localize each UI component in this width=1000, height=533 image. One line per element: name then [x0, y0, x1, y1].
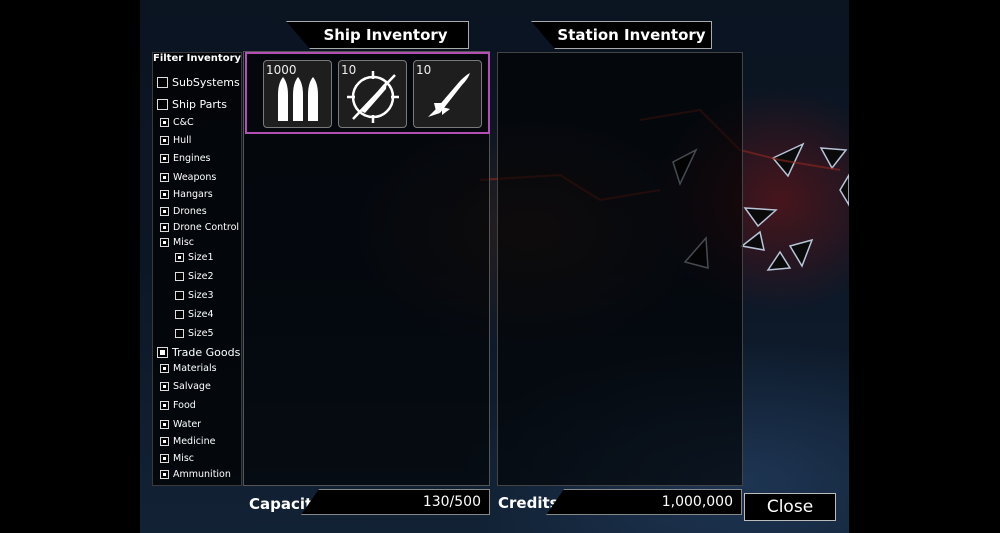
filter-title: Filter Inventory: [153, 53, 242, 64]
checkbox[interactable]: [160, 223, 169, 232]
station-inventory-tab: Station Inventory: [531, 21, 712, 49]
checkbox[interactable]: [157, 77, 168, 88]
inventory-slot-ammunition[interactable]: 1000: [263, 60, 332, 128]
filter-subsystems[interactable]: SubSystems: [157, 76, 240, 89]
slot-quantity: 10: [416, 63, 432, 77]
checkbox[interactable]: [160, 190, 169, 199]
filter-medicine[interactable]: Medicine: [160, 436, 215, 447]
slot-quantity: 10: [341, 63, 357, 77]
checkbox[interactable]: [160, 173, 169, 182]
filter-ship-parts[interactable]: Ship Parts: [157, 98, 227, 111]
filter-engines[interactable]: Engines: [160, 153, 211, 164]
checkbox[interactable]: [175, 329, 184, 338]
filter-size3[interactable]: Size3: [175, 290, 214, 301]
checkbox[interactable]: [160, 118, 169, 127]
checkbox[interactable]: [175, 272, 184, 281]
filter-size1[interactable]: Size1: [175, 252, 214, 263]
checkbox[interactable]: [157, 99, 168, 110]
filter-hull[interactable]: Hull: [160, 135, 191, 146]
filter-salvage[interactable]: Salvage: [160, 381, 211, 392]
checkbox[interactable]: [160, 437, 169, 446]
close-button[interactable]: Close: [744, 493, 836, 521]
filter-ammunition[interactable]: Ammunition: [160, 469, 231, 480]
inventory-slot-guided-missile[interactable]: 10: [338, 60, 407, 128]
filter-misc-goods[interactable]: Misc: [160, 453, 194, 464]
checkbox[interactable]: [160, 207, 169, 216]
checkbox[interactable]: [160, 136, 169, 145]
capacity-value: 130/500: [301, 489, 490, 515]
credits-value: 1,000,000: [546, 489, 742, 515]
checkbox[interactable]: [157, 347, 168, 358]
checkbox[interactable]: [160, 238, 169, 247]
filter-food[interactable]: Food: [160, 400, 196, 411]
filter-weapons[interactable]: Weapons: [160, 172, 216, 183]
filter-drone-control[interactable]: Drone Control: [160, 222, 239, 233]
checkbox[interactable]: [160, 364, 169, 373]
filter-size2[interactable]: Size2: [175, 271, 214, 282]
checkbox[interactable]: [175, 253, 184, 262]
filter-trade-goods[interactable]: Trade Goods: [157, 346, 240, 359]
ship-inventory-tab: Ship Inventory: [286, 21, 469, 49]
filter-hangars[interactable]: Hangars: [160, 189, 213, 200]
station-inventory-panel[interactable]: [497, 52, 743, 486]
checkbox[interactable]: [175, 310, 184, 319]
filter-drones[interactable]: Drones: [160, 206, 207, 217]
filter-cnc[interactable]: C&C: [160, 117, 194, 128]
filter-water[interactable]: Water: [160, 419, 201, 430]
filter-size5[interactable]: Size5: [175, 328, 214, 339]
credits-label: Credits: [498, 494, 559, 512]
checkbox[interactable]: [160, 154, 169, 163]
checkbox[interactable]: [160, 454, 169, 463]
inventory-slot-missile[interactable]: 10: [413, 60, 482, 128]
filter-misc-parts[interactable]: Misc: [160, 237, 194, 248]
checkbox[interactable]: [160, 420, 169, 429]
checkbox[interactable]: [160, 401, 169, 410]
checkbox[interactable]: [160, 382, 169, 391]
checkbox[interactable]: [175, 291, 184, 300]
slot-quantity: 1000: [266, 63, 297, 77]
checkbox[interactable]: [160, 470, 169, 479]
filter-materials[interactable]: Materials: [160, 363, 217, 374]
filter-size4[interactable]: Size4: [175, 309, 214, 320]
